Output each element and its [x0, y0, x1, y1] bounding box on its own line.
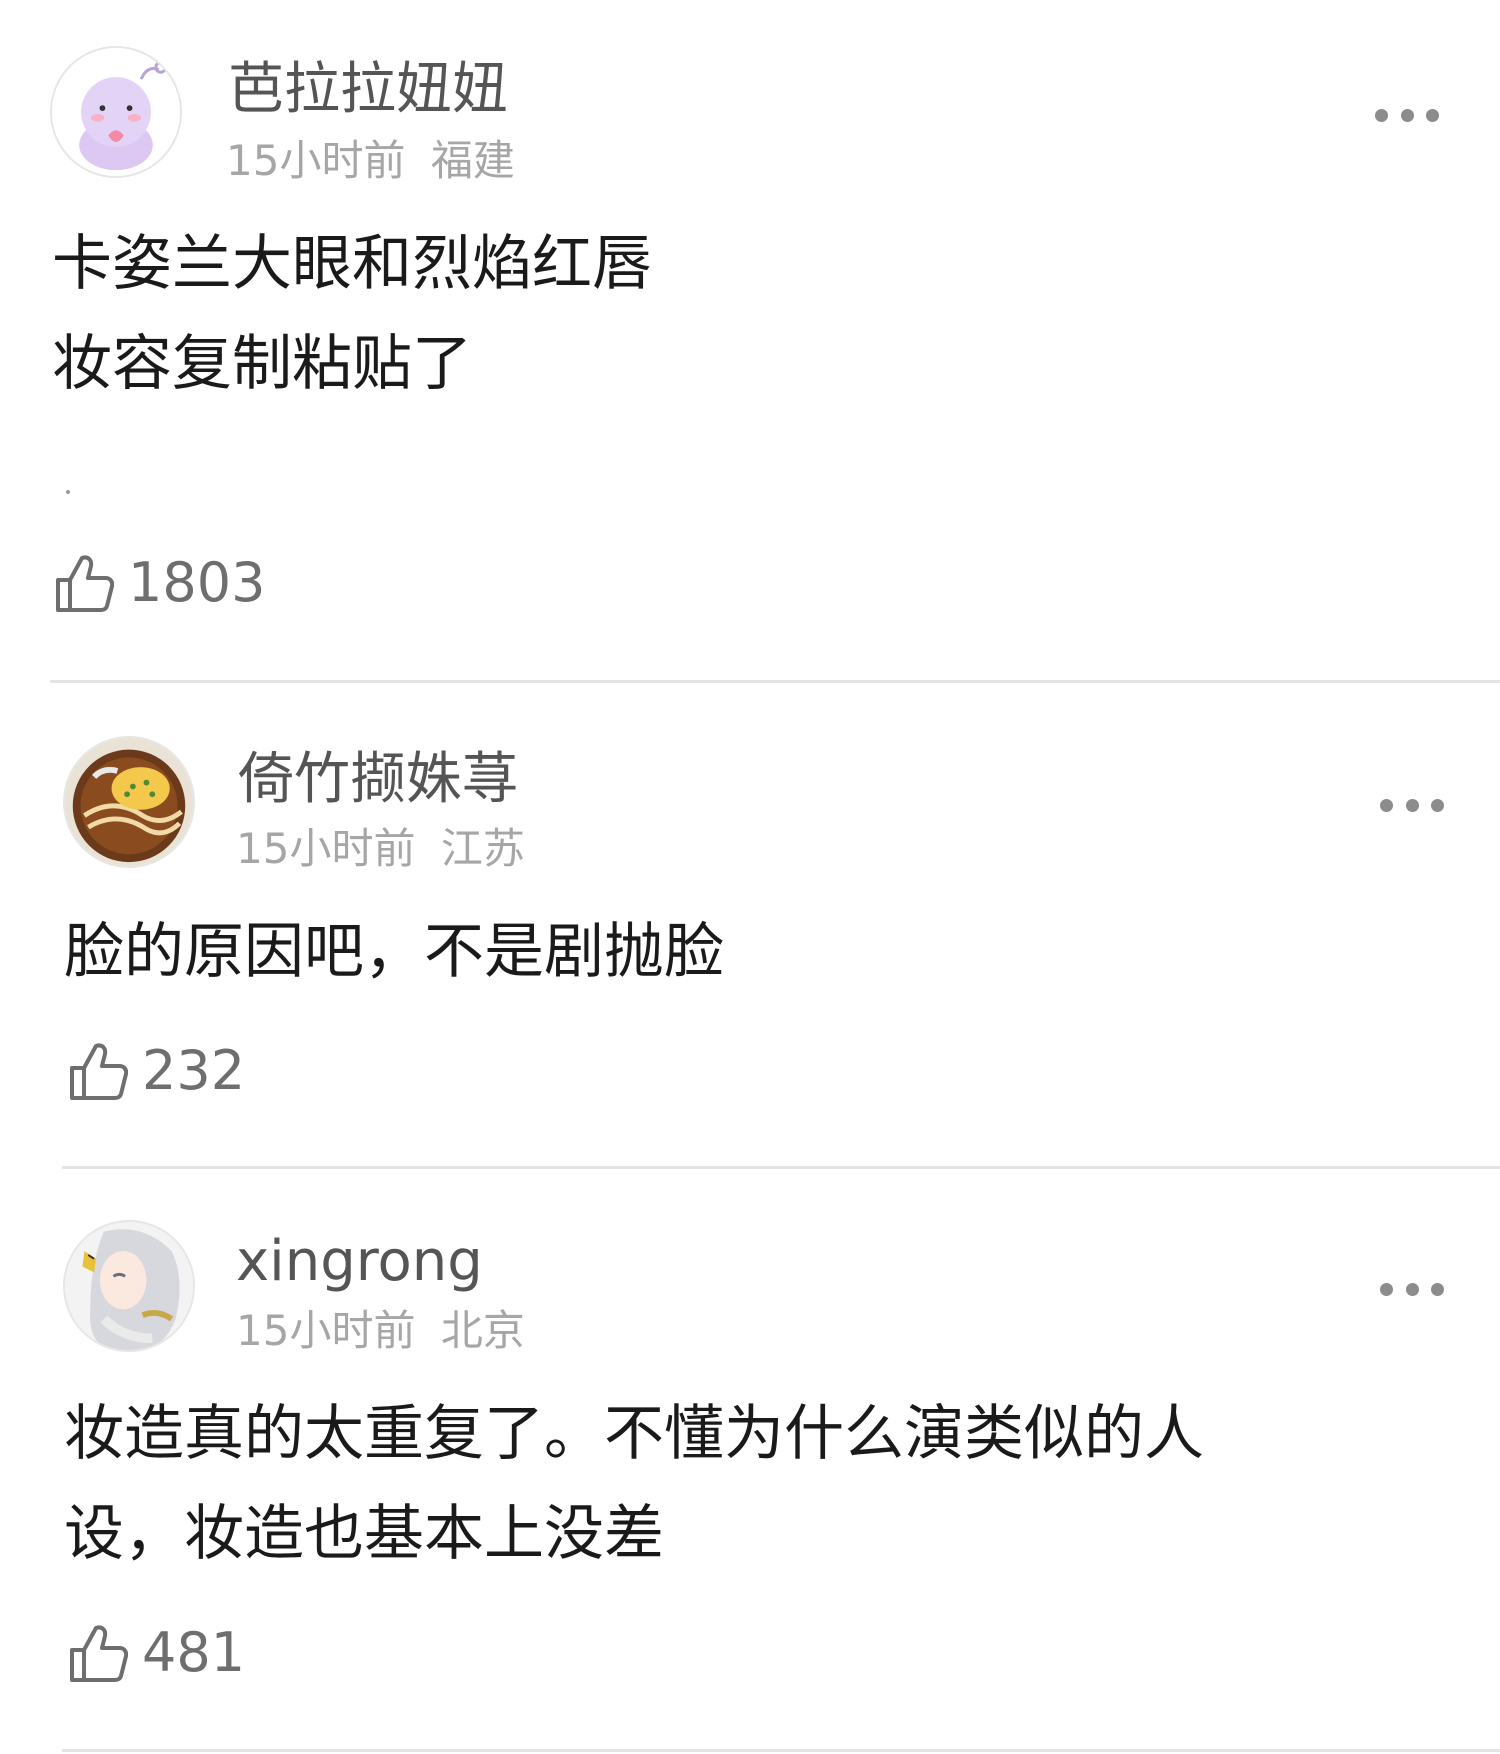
comment-meta: 15小时前 江苏: [236, 824, 525, 874]
speck: [66, 490, 70, 494]
comment-text-line: 脸的原因吧，不是剧抛脸: [64, 917, 724, 987]
noodle-bowl-avatar-icon: [65, 738, 193, 866]
divider: [62, 1166, 1500, 1169]
location: 北京: [440, 1306, 525, 1355]
username[interactable]: 倚竹撷姝荨: [238, 748, 518, 812]
comment-meta: 15小时前 北京: [236, 1306, 525, 1356]
location: 江苏: [440, 824, 525, 873]
comment-text-line: 妆造真的太重复了。不懂为什么演类似的人: [64, 1399, 1204, 1469]
thumbs-up-icon: [70, 1043, 128, 1100]
anime-character-avatar-icon: [65, 1222, 193, 1350]
timestamp: 15小时前: [236, 1306, 416, 1355]
divider: [50, 680, 1500, 683]
comment-text: 卡姿兰大眼和烈焰红唇 妆容复制粘贴了: [52, 214, 652, 414]
thumbs-up-icon: [70, 1625, 128, 1682]
more-dots-icon[interactable]: [1380, 1279, 1444, 1299]
like-button[interactable]: 481: [68, 1622, 245, 1684]
username[interactable]: xingrong: [236, 1230, 483, 1294]
purple-cartoon-avatar-icon: [52, 48, 180, 176]
comment-text-line: 妆容复制粘贴了: [52, 329, 472, 399]
thumbs-up-icon: [56, 555, 114, 612]
comment-text: 妆造真的太重复了。不懂为什么演类似的人 设，妆造也基本上没差: [64, 1384, 1204, 1584]
avatar[interactable]: [63, 736, 195, 868]
location: 福建: [430, 136, 515, 185]
comment-text: 脸的原因吧，不是剧抛脸: [64, 902, 724, 1002]
like-count: 1803: [128, 551, 266, 614]
username[interactable]: 芭拉拉妞妞: [228, 58, 508, 122]
comment-meta: 15小时前 福建: [226, 136, 515, 186]
timestamp: 15小时前: [236, 824, 416, 873]
comment-text-line: 设，妆造也基本上没差: [64, 1499, 664, 1569]
more-dots-icon[interactable]: [1375, 105, 1439, 125]
divider: [62, 1749, 1500, 1752]
more-dots-icon[interactable]: [1380, 795, 1444, 815]
avatar[interactable]: [63, 1220, 195, 1352]
avatar[interactable]: [50, 46, 182, 178]
comment-text-line: 卡姿兰大眼和烈焰红唇: [52, 229, 652, 299]
like-button[interactable]: 1803: [54, 552, 265, 614]
timestamp: 15小时前: [226, 136, 406, 185]
like-button[interactable]: 232: [68, 1040, 245, 1102]
like-count: 232: [142, 1039, 246, 1102]
like-count: 481: [142, 1621, 246, 1684]
